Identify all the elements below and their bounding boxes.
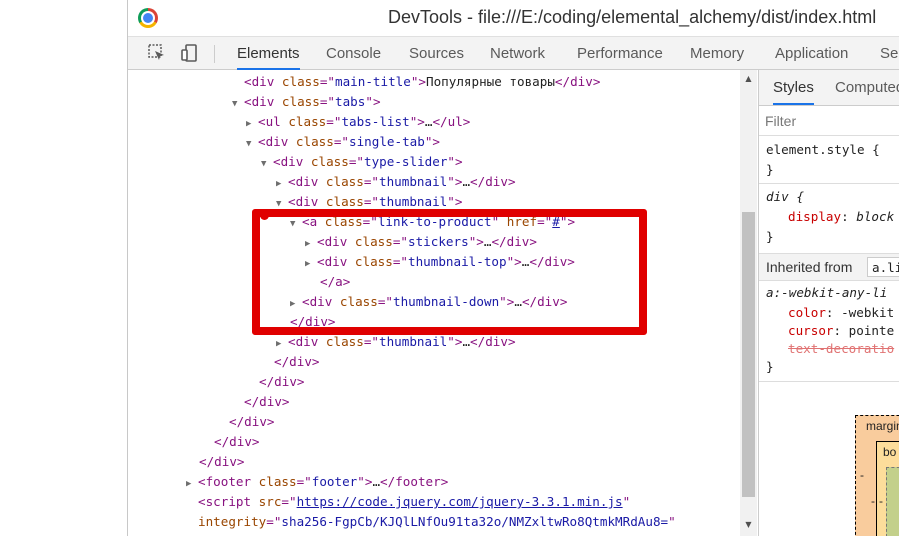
collapsed-triangle-icon[interactable]: ▶ xyxy=(276,334,288,354)
box-model-margin-left-value[interactable]: - xyxy=(860,468,864,482)
styles-pane: Styles Computed element.style { } div { … xyxy=(758,70,899,536)
box-model-margin-label: margin xyxy=(866,419,899,433)
rule-anylink-selector[interactable]: a:-webkit-any-li xyxy=(766,283,887,303)
box-model-padding xyxy=(886,467,899,536)
collapsed-triangle-icon[interactable]: ▶ xyxy=(276,174,288,194)
inherited-from-bar: Inherited from a.li xyxy=(759,253,899,281)
window-titlebar: DevTools - file:///E:/coding/elemental_a… xyxy=(128,0,899,36)
dom-line-close-div[interactable]: </div> xyxy=(229,412,275,432)
rule-div-close: } xyxy=(766,229,774,244)
styles-pane-tabs: Styles Computed xyxy=(759,70,899,106)
element-style-close: } xyxy=(766,162,774,177)
inspect-element-icon[interactable] xyxy=(146,43,168,65)
rule-anylink-color[interactable]: color: -webkit xyxy=(788,303,894,323)
box-model-border-label: bo xyxy=(883,445,897,459)
scroll-down-arrow-icon[interactable]: ▼ xyxy=(740,516,757,533)
red-highlight-annotation xyxy=(252,209,647,335)
scroll-thumb[interactable] xyxy=(742,212,755,497)
element-style-selector[interactable]: element.style { xyxy=(766,140,880,160)
dom-line-single-tab[interactable]: ▼ <div class="single-tab"> xyxy=(246,132,440,152)
dom-line-close-div[interactable]: </div> xyxy=(274,352,320,372)
scroll-up-arrow-icon[interactable]: ▲ xyxy=(740,70,757,87)
device-toolbar-icon[interactable] xyxy=(178,43,200,65)
left-background-strip xyxy=(0,0,128,536)
inherited-from-element-link[interactable]: a.li xyxy=(867,257,899,277)
elements-scrollbar[interactable]: ▲ ▼ xyxy=(740,70,757,536)
toolbar-separator xyxy=(214,45,215,63)
devtools-toolbar: Elements Console Sources Network Perform… xyxy=(128,36,899,70)
inherited-from-label: Inherited from xyxy=(766,259,853,275)
expanded-triangle-icon[interactable]: ▼ xyxy=(261,154,273,174)
dom-line-thumbnail-1[interactable]: ▶ <div class="thumbnail">…</div> xyxy=(276,172,516,192)
rule-anylink-cursor[interactable]: cursor: pointe xyxy=(788,321,894,341)
dom-line-main-title[interactable]: <div class="main-title">Популярные товар… xyxy=(232,72,600,92)
dom-line-close-div[interactable]: </div> xyxy=(244,392,290,412)
red-marker-dot xyxy=(260,211,269,220)
styles-filter-input[interactable] xyxy=(765,111,895,131)
rule-anylink-close: } xyxy=(766,359,774,374)
tab-sources[interactable]: Sources xyxy=(409,37,464,70)
rule-divider xyxy=(759,381,899,382)
tab-security[interactable]: Security xyxy=(880,37,899,70)
expanded-triangle-icon[interactable]: ▼ xyxy=(232,94,244,114)
dom-line-close-div[interactable]: </div> xyxy=(214,432,260,452)
inspect-element-svg xyxy=(148,44,164,60)
box-model-border: bo - - xyxy=(871,441,899,536)
device-toolbar-svg xyxy=(181,44,197,62)
tab-application[interactable]: Application xyxy=(775,37,848,70)
tab-elements[interactable]: Elements xyxy=(237,37,300,70)
dom-line-close-div[interactable]: </div> xyxy=(199,452,245,472)
script-src-link[interactable]: https://code.jquery.com/jquery-3.3.1.min… xyxy=(297,494,623,509)
dom-line-script[interactable]: <script src="https://code.jquery.com/jqu… xyxy=(198,492,630,512)
tab-computed[interactable]: Computed xyxy=(835,70,899,105)
tab-network[interactable]: Network xyxy=(490,37,545,70)
styles-filter-row xyxy=(759,106,899,136)
dom-line-thumbnail-3[interactable]: ▶ <div class="thumbnail">…</div> xyxy=(276,332,516,352)
tab-styles[interactable]: Styles xyxy=(773,70,814,105)
window-title: DevTools - file:///E:/coding/elemental_a… xyxy=(388,7,877,27)
box-model-border-left-value[interactable]: - xyxy=(871,494,875,508)
chrome-logo-icon xyxy=(138,8,158,28)
tab-console[interactable]: Console xyxy=(326,37,381,70)
rule-div-declaration[interactable]: display: block xyxy=(788,207,894,227)
collapsed-triangle-icon[interactable]: ▶ xyxy=(246,114,258,134)
dom-line-type-slider[interactable]: ▼ <div class="type-slider"> xyxy=(261,152,463,172)
dom-line-footer[interactable]: ▶ <footer class="footer">…</footer> xyxy=(186,472,448,492)
collapsed-triangle-icon[interactable]: ▶ xyxy=(186,474,198,494)
rule-anylink-text-decoration[interactable]: text-decoratio xyxy=(788,339,894,359)
dom-line-close-div[interactable]: </div> xyxy=(259,372,305,392)
expanded-triangle-icon[interactable]: ▼ xyxy=(246,134,258,154)
dom-line-tabs-list[interactable]: ▶ <ul class="tabs-list">…</ul> xyxy=(246,112,470,132)
box-model-padding-left-value[interactable]: - xyxy=(879,494,883,508)
tab-memory[interactable]: Memory xyxy=(690,37,744,70)
tab-performance[interactable]: Performance xyxy=(577,37,663,70)
dom-line-tabs[interactable]: ▼ <div class="tabs"> xyxy=(232,92,381,112)
rule-divider xyxy=(759,183,899,184)
box-model-diagram: margin - bo - - xyxy=(855,415,899,536)
rule-div-selector[interactable]: div { xyxy=(766,187,804,207)
dom-line-integrity[interactable]: integrity="sha256-FgpCb/KJQlLNfOu91ta32o… xyxy=(198,512,676,532)
